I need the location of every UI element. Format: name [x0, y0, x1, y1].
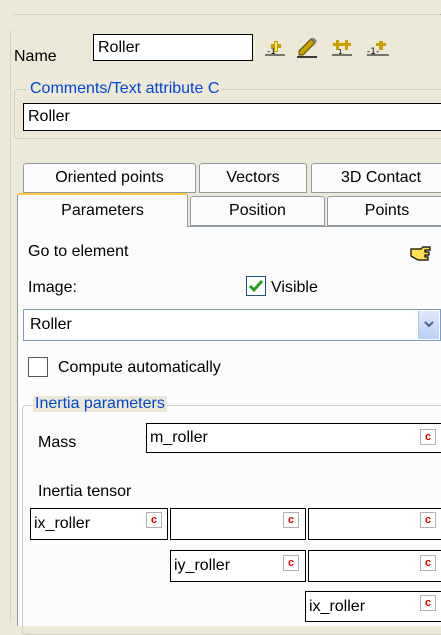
image-label: Image: — [28, 279, 77, 296]
checkmark-icon — [248, 280, 264, 293]
tensor-iyz-c-button[interactable]: c — [420, 555, 436, 571]
visible-label: Visible — [271, 279, 318, 296]
top-separator — [14, 14, 441, 15]
mass-c-button[interactable]: c — [420, 429, 436, 445]
tensor-ixz-c-button[interactable]: c — [420, 512, 436, 528]
add-multiple-icon[interactable]: 1 — [330, 38, 354, 60]
comments-field-value: Roller — [28, 108, 70, 125]
image-select-value: Roller — [30, 316, 72, 333]
tensor-ixx-c-button[interactable]: c — [146, 512, 162, 528]
name-label: Name — [14, 48, 57, 65]
left-edge — [10, 30, 11, 622]
svg-text:-1-: -1- — [367, 47, 379, 57]
svg-text:1: 1 — [338, 48, 342, 56]
inertia-tensor-label: Inertia tensor — [38, 483, 132, 500]
inertia-legend: Inertia parameters — [33, 395, 167, 412]
comments-field[interactable]: Roller — [23, 103, 441, 131]
mass-label: Mass — [38, 434, 77, 451]
name-field-value: Roller — [98, 38, 140, 56]
mass-field[interactable]: m_roller — [146, 423, 441, 453]
add-scale-icon[interactable]: -1- — [365, 38, 389, 60]
image-select[interactable]: Roller — [23, 309, 441, 341]
tab-3d-contact[interactable]: 3D Contact — [311, 163, 441, 193]
visible-checkbox[interactable] — [246, 276, 266, 296]
add-point-icon[interactable]: -1 — [263, 38, 287, 60]
chevron-down-icon[interactable] — [418, 311, 439, 339]
edit-icon[interactable] — [295, 37, 319, 60]
comments-legend: Comments/Text attribute C — [28, 80, 222, 97]
compute-automatically-label: Compute automatically — [58, 359, 221, 376]
mass-field-value: m_roller — [150, 429, 208, 446]
compute-automatically-checkbox[interactable] — [28, 357, 48, 377]
name-field[interactable]: Roller — [93, 34, 253, 61]
tensor-izz-c-button[interactable]: c — [420, 595, 436, 611]
tab-points[interactable]: Points — [327, 196, 441, 226]
pointing-hand-icon[interactable] — [410, 244, 432, 262]
tab-vectors[interactable]: Vectors — [199, 163, 307, 193]
tensor-iyy-c-button[interactable]: c — [283, 555, 299, 571]
goto-element-link[interactable]: Go to element — [28, 244, 129, 260]
tab-position[interactable]: Position — [190, 196, 325, 226]
tab-oriented-points[interactable]: Oriented points — [23, 163, 196, 193]
tensor-ixy-c-button[interactable]: c — [283, 512, 299, 528]
tab-parameters[interactable]: Parameters — [17, 193, 188, 227]
